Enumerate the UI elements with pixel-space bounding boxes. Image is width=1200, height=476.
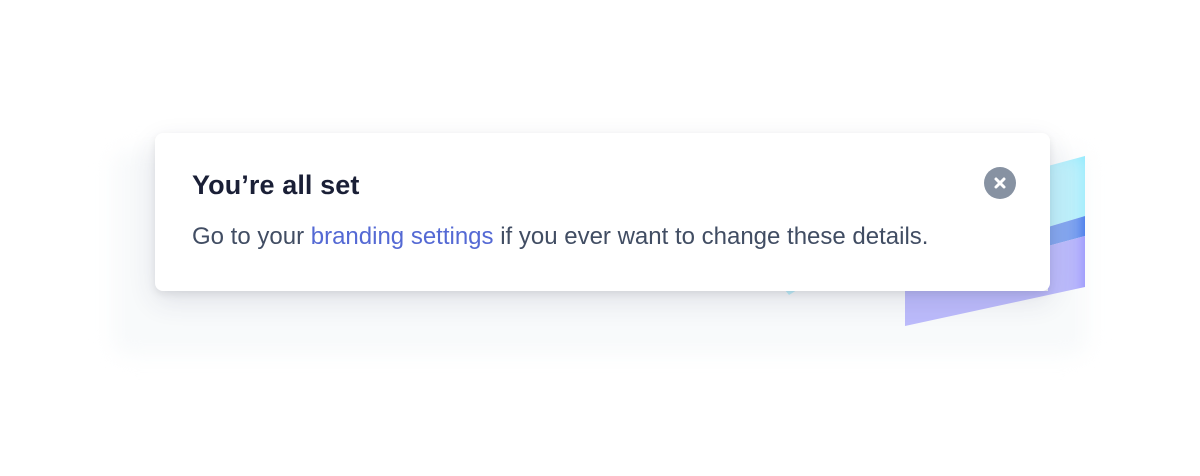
message-suffix: if you ever want to change these details… <box>493 223 929 250</box>
message-prefix: Go to your <box>192 223 311 250</box>
close-icon <box>994 177 1006 189</box>
toast-title: You’re all set <box>192 170 360 200</box>
toast-message: Go to your branding settings if you ever… <box>192 221 928 253</box>
success-toast: You’re all set Go to your branding setti… <box>155 133 1050 291</box>
branding-settings-link[interactable]: branding settings <box>311 223 494 250</box>
close-button[interactable] <box>984 167 1016 199</box>
stage: You’re all set Go to your branding setti… <box>0 0 1200 476</box>
